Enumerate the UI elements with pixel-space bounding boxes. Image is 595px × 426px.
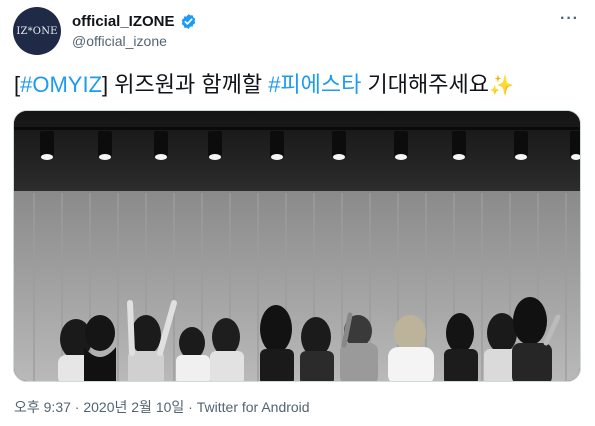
tweet-card: IZ*ONE official_IZONE @official_izone ··…: [0, 0, 595, 426]
avatar[interactable]: IZ*ONE: [13, 7, 61, 55]
meta-separator-2: ·: [184, 399, 197, 415]
meta-separator: ·: [70, 399, 84, 415]
tweet-source-link[interactable]: Twitter for Android: [197, 399, 310, 415]
tweet-text-middle: 위즈원과 함께할: [108, 72, 269, 97]
tweet-metadata: 오후 9:37 · 2020년 2월 10일 · Twitter for And…: [14, 397, 310, 417]
verified-badge-icon: [180, 13, 197, 30]
account-handle[interactable]: @official_izone: [72, 33, 167, 49]
tweet-photo[interactable]: [13, 110, 581, 382]
author-name-row: official_IZONE: [72, 13, 197, 30]
tweet-date[interactable]: 2020년 2월 10일: [83, 399, 184, 415]
tweet-text-end: 기대해주세요: [361, 72, 489, 97]
more-options-icon[interactable]: ···: [560, 10, 579, 28]
tweet-text: [#OMYIZ] 위즈원과 함께할 #피에스타 기대해주세요✨: [14, 70, 514, 101]
tweet-time[interactable]: 오후 9:37: [14, 399, 71, 415]
display-name[interactable]: official_IZONE: [72, 13, 175, 30]
avatar-logo-text: IZ*ONE: [16, 25, 58, 37]
sparkles-emoji-icon: ✨: [488, 75, 514, 97]
hashtag-fiesta-link[interactable]: #피에스타: [268, 72, 361, 97]
photo-image-icon: [14, 111, 580, 381]
hashtag-omyiz-link[interactable]: #OMYIZ: [20, 72, 102, 97]
